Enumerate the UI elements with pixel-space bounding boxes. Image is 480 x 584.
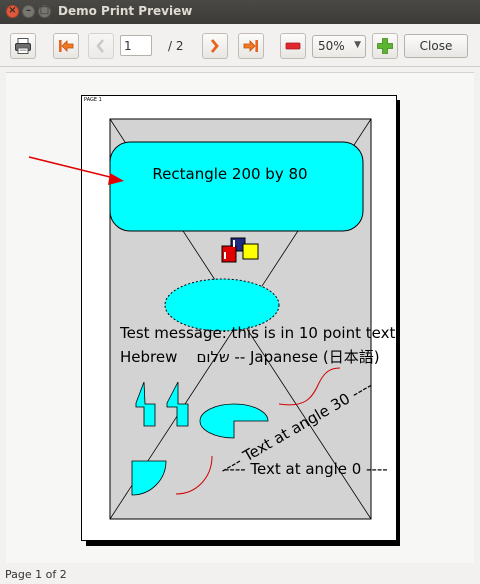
status-text: Page 1 of 2 xyxy=(5,568,67,581)
rounded-rectangle xyxy=(109,141,364,232)
test-message-text: Test message: this is in 10 point text xyxy=(119,324,395,342)
angle-0-text: ---- Text at angle 0 ---- xyxy=(224,460,388,478)
red-arrow xyxy=(28,156,115,179)
status-bar: Page 1 of 2 xyxy=(0,564,480,584)
hebrew-japanese-text: Hebrew שלום -- Japanese (日本語) xyxy=(120,348,380,366)
rectangle-label: Rectangle 200 by 80 xyxy=(152,165,307,183)
page-drawing: Rectangle 200 by 80 Test message: this i… xyxy=(28,118,395,520)
